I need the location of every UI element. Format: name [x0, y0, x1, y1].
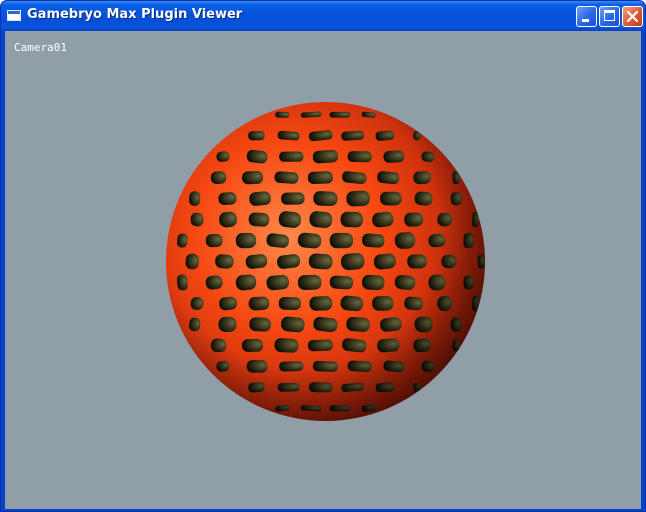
- close-button[interactable]: [622, 6, 643, 27]
- render-viewport[interactable]: Camera01: [5, 31, 641, 509]
- maximize-icon: [604, 10, 615, 21]
- app-window: Gamebryo Max Plugin Viewer Camera01: [0, 0, 646, 512]
- textured-sphere: [166, 102, 485, 421]
- title-bar[interactable]: Gamebryo Max Plugin Viewer: [1, 1, 645, 31]
- camera-label: Camera01: [14, 41, 67, 54]
- minimize-button[interactable]: [576, 6, 597, 27]
- maximize-button[interactable]: [599, 6, 620, 27]
- close-icon: [626, 10, 639, 23]
- window-title: Gamebryo Max Plugin Viewer: [27, 7, 243, 22]
- window-icon[interactable]: [7, 10, 21, 21]
- minimize-icon: [582, 19, 589, 22]
